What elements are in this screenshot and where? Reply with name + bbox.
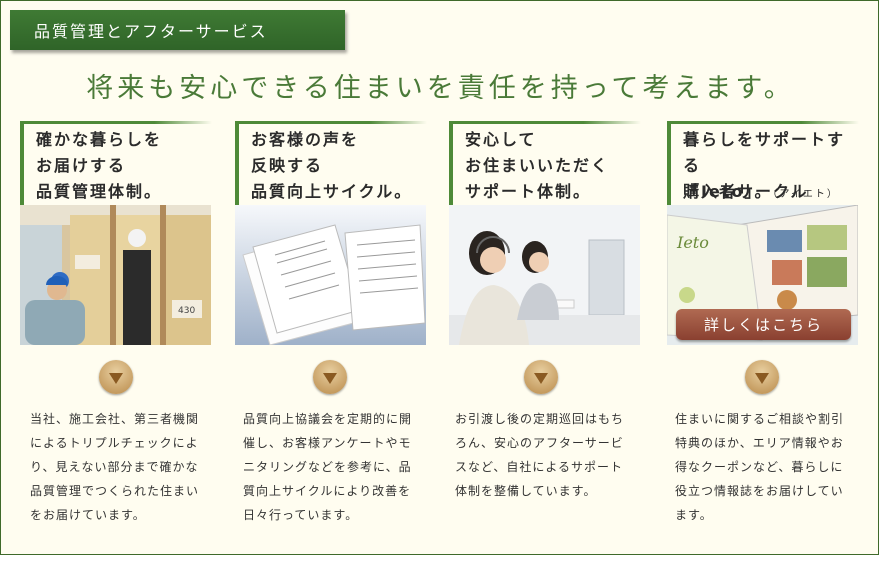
card-title-box: 暮らしをサポートする 購入者サークル 「Ieto」。（アイエト）	[667, 121, 859, 211]
photo-construction-inspection: 430	[20, 205, 211, 345]
card-quality-control: 確かな暮らしを お届けする 品質管理体制。	[20, 121, 212, 211]
title-accent-bar	[20, 121, 24, 211]
photo-survey-documents	[235, 205, 426, 345]
expand-arrow-button[interactable]	[524, 360, 558, 394]
arrow-down-icon	[534, 373, 548, 384]
expand-arrow-button[interactable]	[745, 360, 779, 394]
expand-arrow-button[interactable]	[99, 360, 133, 394]
section-header-tag: 品質管理とアフターサービス	[10, 10, 345, 50]
page-tagline: 将来も安心できる住まいを責任を持って考えます。	[86, 73, 795, 104]
circle-name: 「Ieto」。	[683, 182, 773, 201]
card-description: 当社、施工会社、第三者機関によるトリプルチェックにより、見えない部分まで確かな品…	[30, 412, 200, 522]
title-accent-line	[235, 121, 427, 124]
title-accent-line	[449, 121, 641, 124]
card-title: お客様の声を 反映する 品質向上サイクル。	[251, 130, 413, 201]
title-accent-bar	[449, 121, 453, 211]
svg-text:430: 430	[178, 306, 195, 316]
card-title-line3: 「Ieto」。（アイエト）	[683, 179, 839, 208]
card-owner-circle: 暮らしをサポートする 購入者サークル 「Ieto」。（アイエト）	[667, 121, 859, 211]
photo-call-center	[449, 205, 640, 345]
title-accent-line	[667, 121, 859, 124]
magazine-logo: Ieto	[677, 233, 709, 252]
arrow-down-icon	[755, 373, 769, 384]
card-title-box: 確かな暮らしを お届けする 品質管理体制。	[20, 121, 212, 211]
expand-arrow-button[interactable]	[313, 360, 347, 394]
learn-more-button[interactable]: 詳しくはこちら	[676, 309, 851, 340]
circle-name-reading: （アイエト）	[772, 189, 839, 200]
section-header-label: 品質管理とアフターサービス	[34, 22, 268, 41]
card-description: 品質向上協議会を定期的に開催し、お客様アンケートやモニタリングなどを参考に、品質…	[243, 412, 413, 522]
arrow-down-icon	[109, 373, 123, 384]
card-title-box: お客様の声を 反映する 品質向上サイクル。	[235, 121, 427, 211]
card-title: 安心して お住まいいただく サポート体制。	[465, 130, 610, 201]
card-description: お引渡し後の定期巡回はもちろん、安心のアフターサービスなど、自社によるサポート体…	[455, 412, 625, 498]
title-accent-bar	[667, 121, 671, 211]
card-title: 確かな暮らしを お届けする 品質管理体制。	[36, 130, 163, 201]
card-support-system: 安心して お住まいいただく サポート体制。	[449, 121, 641, 211]
card-title-box: 安心して お住まいいただく サポート体制。	[449, 121, 641, 211]
card-quality-cycle: お客様の声を 反映する 品質向上サイクル。	[235, 121, 427, 211]
arrow-down-icon	[323, 373, 337, 384]
title-accent-bar	[235, 121, 239, 211]
card-description: 住まいに関するご相談や割引特典のほか、エリア情報やお得なクーポンなど、暮らしに役…	[675, 412, 845, 522]
title-accent-line	[20, 121, 212, 124]
